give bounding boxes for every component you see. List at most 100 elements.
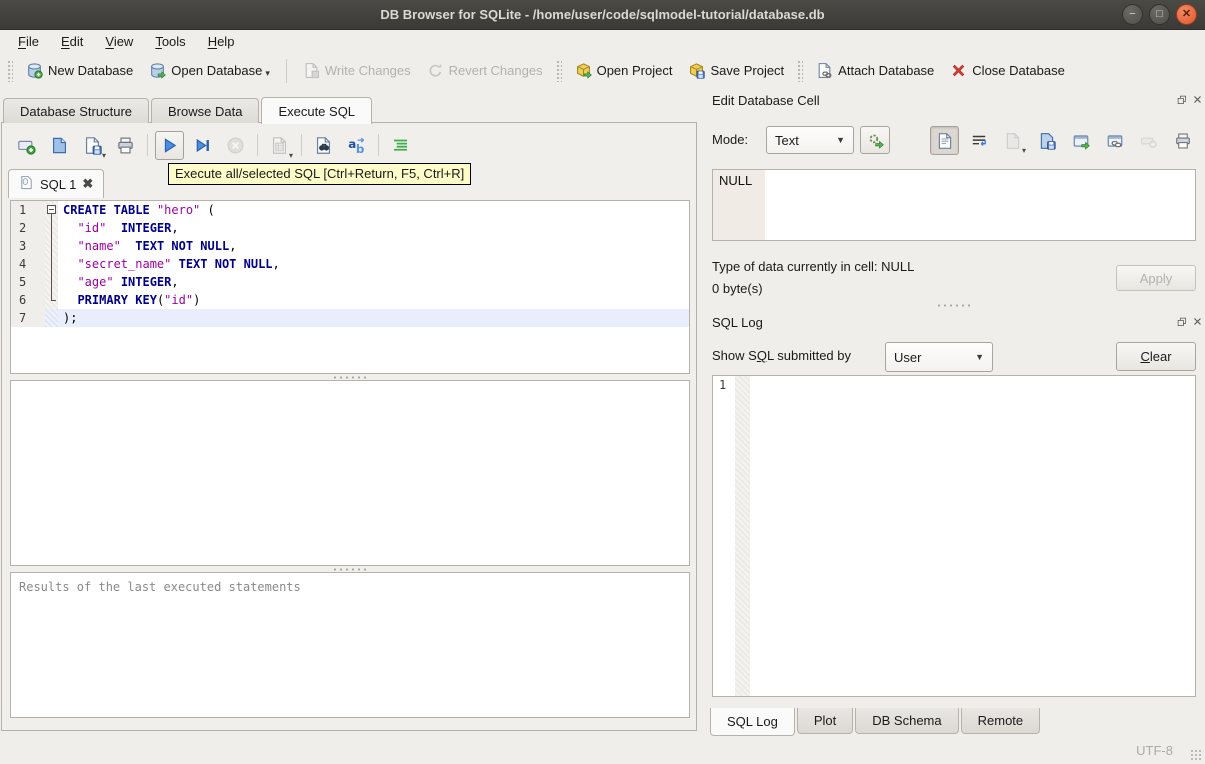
save-project-icon — [690, 63, 706, 79]
cell-type-label: Type of data currently in cell: NULL — [712, 259, 915, 274]
execute-line-icon — [196, 138, 209, 152]
editor-line-7[interactable]: 7); — [11, 309, 689, 327]
chevron-down-icon: ▼ — [975, 352, 984, 362]
new-sql-tab-button[interactable] — [12, 131, 41, 160]
revert-changes-button[interactable]: Revert Changes — [419, 58, 551, 83]
save-sql-file-icon — [85, 136, 102, 155]
code-text: "name" TEXT NOT NULL, — [77, 239, 237, 253]
editor-line-6[interactable]: 6 PRIMARY KEY("id") — [11, 291, 689, 309]
open-external-button[interactable] — [1066, 126, 1095, 155]
code-text: "age" INTEGER, — [77, 275, 179, 289]
db-browser-window: DB Browser for SQLite - /home/user/code/… — [0, 0, 1205, 764]
tab-browse-data[interactable]: Browse Data — [151, 98, 260, 123]
resize-grip[interactable] — [1190, 749, 1202, 761]
dock-tab-db-schema[interactable]: DB Schema — [855, 708, 959, 734]
text-mode-icon — [938, 132, 951, 149]
dock-tab-plot[interactable]: Plot — [796, 708, 854, 734]
menubar: File Edit View Tools Help — [0, 30, 1205, 53]
save-project-button[interactable]: Save Project — [680, 58, 792, 83]
dock-splitter[interactable] — [936, 303, 972, 308]
line-number: 7 — [11, 309, 45, 327]
menu-view[interactable]: View — [95, 32, 143, 51]
execute-line-button[interactable] — [188, 131, 217, 160]
editor-line-2[interactable]: 2 "id" INTEGER, — [11, 219, 689, 237]
mode-select[interactable]: Text ▼ — [766, 126, 854, 154]
editor-results-splitter[interactable] — [332, 375, 368, 380]
dock-tab-sql-log[interactable]: SQL Log — [710, 708, 795, 736]
close-database-button[interactable]: Close Database — [942, 58, 1073, 83]
mode-label: Mode: — [712, 132, 749, 147]
stop-button[interactable] — [221, 131, 250, 160]
menu-tools[interactable]: Tools — [145, 32, 195, 51]
toolbar-separator — [378, 134, 379, 156]
dock-tab-remote[interactable]: Remote — [960, 708, 1041, 734]
export-data-button[interactable] — [1032, 126, 1061, 155]
indent-button[interactable] — [386, 131, 415, 160]
print-cell-button[interactable] — [1168, 126, 1197, 155]
open-database-button[interactable]: Open Database ▾ — [141, 58, 278, 83]
close-button[interactable]: ✕ — [1176, 4, 1197, 25]
clear-log-button[interactable]: Clear — [1116, 342, 1196, 371]
import-settings-icon — [869, 134, 884, 149]
menu-edit[interactable]: Edit — [51, 32, 93, 51]
fold-collapse-icon[interactable] — [47, 205, 56, 214]
save-sql-file-button[interactable]: ▾ — [78, 131, 107, 160]
chevron-down-icon: ▾ — [288, 150, 293, 160]
open-sql-file-button[interactable] — [45, 131, 74, 160]
menu-help[interactable]: Help — [198, 32, 245, 51]
open-project-button[interactable]: Open Project — [567, 58, 681, 83]
sql-editor[interactable]: 1 CREATE TABLE "hero" (2 "id" INTEGER, 3 "… — [10, 200, 690, 374]
tab-database-structure[interactable]: Database Structure — [3, 98, 150, 123]
find-replace-button[interactable] — [309, 131, 338, 160]
float-dock-icon[interactable] — [1177, 317, 1189, 332]
maximize-button[interactable]: □ — [1149, 4, 1170, 25]
results-message-pane[interactable]: Results of the last executed statements — [10, 572, 690, 718]
sql-log-view[interactable]: 1 — [712, 375, 1196, 697]
print-cell-icon — [1175, 132, 1190, 149]
fold-margin[interactable] — [45, 201, 58, 219]
chevron-down-icon[interactable]: ▾ — [265, 68, 270, 79]
editor-line-3[interactable]: 3 "name" TEXT NOT NULL, — [11, 237, 689, 255]
format-sql-button[interactable]: ab — [342, 131, 371, 160]
tab-execute-sql[interactable]: Execute SQL — [261, 97, 373, 124]
chevron-down-icon: ▾ — [1021, 146, 1026, 155]
copy-link-button[interactable] — [1100, 126, 1129, 155]
close-dock-icon[interactable] — [1193, 95, 1205, 110]
cell-value-editor[interactable]: NULL — [712, 169, 1196, 241]
float-icon — [1177, 95, 1186, 104]
new-database-icon — [28, 63, 43, 79]
edit-cell-dock-buttons — [1177, 95, 1205, 110]
import-settings-button[interactable] — [860, 126, 890, 154]
sql-doc-icon — [21, 175, 32, 190]
set-null-button[interactable] — [1134, 126, 1163, 155]
word-wrap-icon — [972, 135, 986, 146]
new-database-button[interactable]: New Database — [18, 58, 141, 83]
editor-line-4[interactable]: 4 "secret_name" TEXT NOT NULL, — [11, 255, 689, 273]
results-message-splitter[interactable] — [332, 567, 368, 572]
sql-file-tab[interactable]: SQL 1 ✖ — [8, 169, 105, 198]
cell-size-label: 0 byte(s) — [712, 281, 763, 296]
word-wrap-button[interactable] — [964, 126, 993, 155]
execute-all-button[interactable] — [155, 130, 184, 160]
print-icon — [118, 137, 133, 153]
editor-line-1[interactable]: 1 CREATE TABLE "hero" ( — [11, 201, 689, 219]
import-data-button[interactable]: ▾ — [998, 126, 1027, 155]
close-tab-icon[interactable]: ✖ — [82, 176, 93, 192]
float-dock-icon[interactable] — [1177, 95, 1189, 110]
sql-source-select[interactable]: User ▼ — [885, 342, 993, 372]
close-database-icon — [953, 64, 965, 77]
text-mode-button[interactable] — [930, 126, 959, 155]
close-dock-icon[interactable] — [1193, 317, 1205, 332]
query-results-grid[interactable] — [10, 380, 690, 566]
attach-database-button[interactable]: Attach Database — [808, 58, 942, 83]
titlebar[interactable]: DB Browser for SQLite - /home/user/code/… — [0, 0, 1205, 30]
editor-line-5[interactable]: 5 "age" INTEGER, — [11, 273, 689, 291]
menu-file[interactable]: File — [8, 32, 49, 51]
save-results-button[interactable]: ▾ — [265, 131, 294, 160]
minimize-button[interactable]: − — [1122, 4, 1143, 25]
apply-button[interactable]: Apply — [1116, 265, 1196, 291]
cell-value: NULL — [719, 173, 753, 188]
toolbar-separator — [257, 134, 258, 156]
print-button[interactable] — [111, 131, 140, 160]
write-changes-button[interactable]: Write Changes — [295, 58, 419, 83]
